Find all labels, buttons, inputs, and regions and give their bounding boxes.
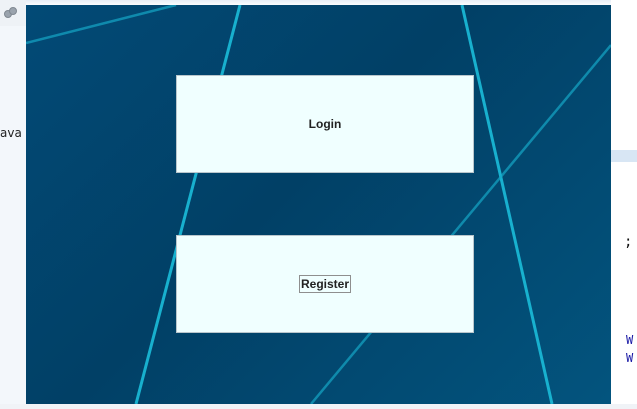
decor-line (134, 5, 242, 404)
app-window: Login Register (26, 5, 611, 404)
ide-code-fragment: ; (624, 234, 633, 250)
login-button[interactable]: Login (176, 75, 474, 173)
login-button-label: Login (308, 117, 342, 131)
ide-editor-right-margin (611, 0, 637, 409)
ide-toolbar-corner (0, 0, 27, 26)
register-button[interactable]: Register (176, 235, 474, 333)
ide-editor-fragment-left: ava (0, 126, 22, 140)
decor-line (460, 5, 554, 404)
project-icon (4, 7, 17, 18)
ide-status-strip (0, 404, 637, 409)
ide-code-fragment: W (626, 351, 634, 365)
ide-highlight-band (611, 150, 637, 162)
register-button-label: Register (298, 275, 352, 293)
ide-code-fragment: W (626, 333, 634, 347)
decor-line (26, 5, 177, 45)
screen: ava ; W W Login Register (0, 0, 637, 409)
background-decoration (26, 5, 611, 404)
